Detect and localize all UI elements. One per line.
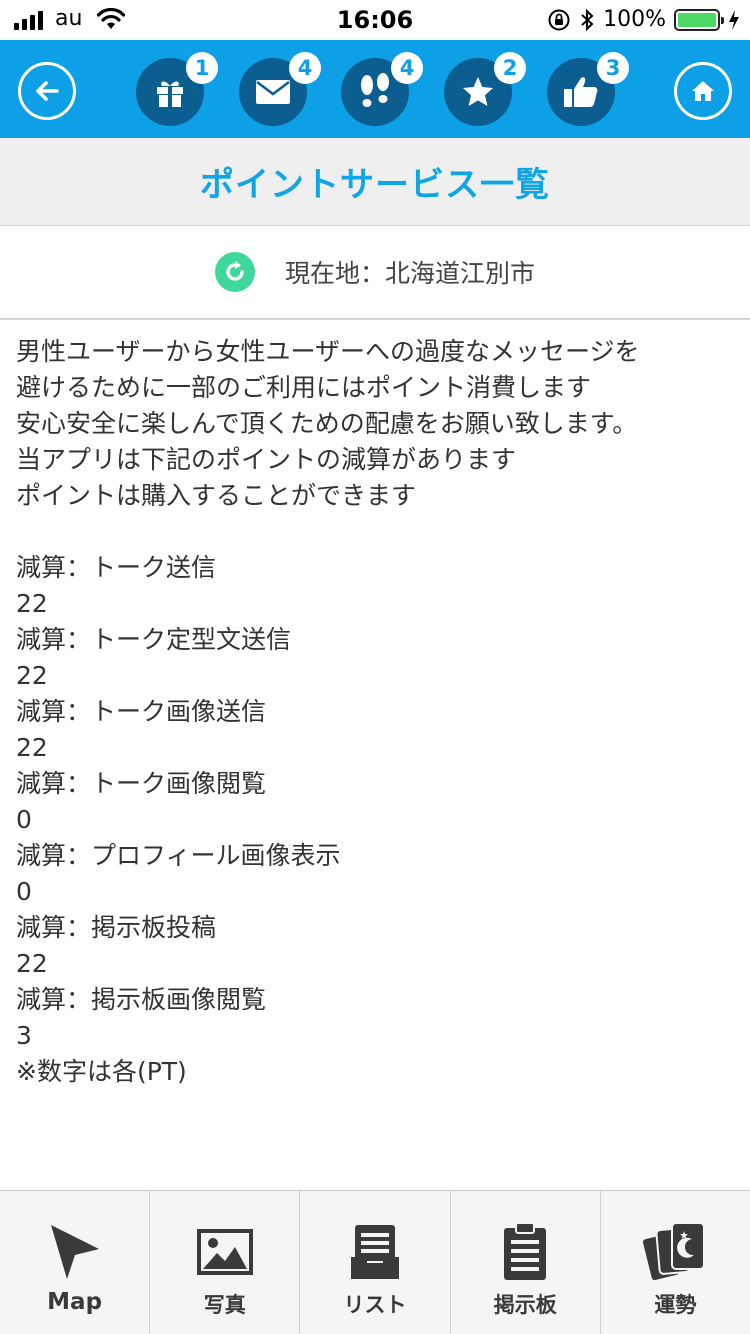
location-arrow-icon bbox=[50, 1225, 99, 1279]
home-button[interactable] bbox=[674, 62, 732, 120]
deduction-value: 22 bbox=[16, 589, 48, 618]
intro-line: ポイントは購入することができます bbox=[16, 481, 417, 510]
status-right: 100% bbox=[547, 7, 740, 32]
image-icon bbox=[196, 1229, 253, 1275]
charging-icon bbox=[729, 9, 739, 30]
status-bar: au 16:06 100% bbox=[0, 0, 750, 40]
back-arrow-icon bbox=[36, 81, 59, 101]
intro-line: 男性ユーザーから女性ユーザーへの過度なメッセージを bbox=[16, 337, 640, 366]
tab-board[interactable]: 掲示板 bbox=[451, 1191, 601, 1334]
gift-icon bbox=[157, 81, 183, 107]
unit-note: ※数字は各(PT) bbox=[16, 1057, 187, 1086]
battery-percent: 100% bbox=[603, 7, 666, 32]
back-button[interactable] bbox=[18, 62, 76, 120]
star-icon bbox=[463, 77, 493, 106]
deduction-value: 3 bbox=[16, 1021, 32, 1050]
rotation-lock-icon bbox=[548, 9, 570, 30]
deduction-value: 22 bbox=[16, 949, 48, 978]
intro-line: 避けるために一部のご利用にはポイント消費します bbox=[16, 373, 592, 402]
tab-label: 運勢 bbox=[654, 1293, 697, 1317]
tab-label: 写真 bbox=[203, 1293, 246, 1317]
favorite-badge: 2 bbox=[494, 52, 526, 84]
deduction-label: 減算：トーク送信 bbox=[16, 553, 217, 582]
deduction-label: 減算：掲示板画像閲覧 bbox=[16, 985, 267, 1014]
deduction-label: 減算：トーク定型文送信 bbox=[16, 625, 292, 654]
refresh-icon bbox=[226, 261, 244, 281]
top-nav-bar: 1 4 4 2 3 bbox=[0, 40, 750, 138]
deduction-label: 減算：トーク画像送信 bbox=[16, 697, 267, 726]
mail-icon bbox=[256, 80, 290, 104]
bluetooth-icon bbox=[581, 8, 594, 31]
like-badge: 3 bbox=[597, 52, 629, 84]
footprints-badge: 4 bbox=[391, 52, 423, 84]
home-icon bbox=[692, 81, 714, 101]
tab-label: Map bbox=[47, 1289, 103, 1315]
favorite-button[interactable]: 2 bbox=[444, 52, 526, 126]
tab-photo[interactable]: 写真 bbox=[150, 1191, 301, 1334]
deduction-value: 22 bbox=[16, 733, 48, 762]
tab-fortune[interactable]: 運勢 bbox=[601, 1191, 750, 1334]
mail-button[interactable]: 4 bbox=[239, 52, 321, 126]
refresh-location-button[interactable] bbox=[214, 252, 255, 292]
deduction-label: 減算：プロフィール画像表示 bbox=[16, 841, 341, 870]
tab-label: リスト bbox=[343, 1293, 407, 1317]
footprints-button[interactable]: 4 bbox=[341, 52, 423, 126]
tab-label: 掲示板 bbox=[493, 1293, 557, 1317]
deduction-value: 22 bbox=[16, 661, 48, 690]
current-location: 現在地：北海道江別市 bbox=[284, 259, 535, 288]
battery-icon bbox=[674, 8, 724, 31]
tab-map[interactable]: Map bbox=[0, 1191, 151, 1334]
deduction-value: 0 bbox=[16, 805, 32, 834]
deduction-label: 減算：掲示板投稿 bbox=[16, 913, 217, 942]
gift-button[interactable]: 1 bbox=[136, 52, 218, 126]
intro-line: 安心安全に楽しんで頂くための配慮をお願い致します。 bbox=[16, 409, 638, 438]
thumbs-up-icon bbox=[564, 77, 598, 107]
mail-badge: 4 bbox=[289, 52, 321, 84]
footprints-icon bbox=[361, 73, 389, 107]
page-title: ポイントサービス一覧 bbox=[200, 165, 550, 205]
tab-list[interactable]: リスト bbox=[300, 1191, 451, 1334]
deduction-label: 減算：トーク画像閲覧 bbox=[16, 769, 267, 798]
point-service-content: 男性ユーザーから女性ユーザーへの過度なメッセージを 避けるために一部のご利用には… bbox=[16, 334, 736, 1090]
page-title-bar: ポイントサービス一覧 bbox=[0, 138, 750, 226]
fortune-cards-icon bbox=[642, 1222, 706, 1283]
clipboard-icon bbox=[504, 1222, 547, 1280]
list-tray-icon bbox=[351, 1225, 399, 1279]
intro-line: 当アプリは下記のポイントの減算があります bbox=[16, 445, 517, 474]
bottom-tab-bar: Map 写真 リスト 掲示板 運勢 bbox=[0, 1190, 750, 1334]
location-row: 現在地：北海道江別市 bbox=[0, 226, 750, 320]
gift-badge: 1 bbox=[186, 52, 218, 84]
deduction-value: 0 bbox=[16, 877, 32, 906]
like-button[interactable]: 3 bbox=[547, 52, 629, 126]
